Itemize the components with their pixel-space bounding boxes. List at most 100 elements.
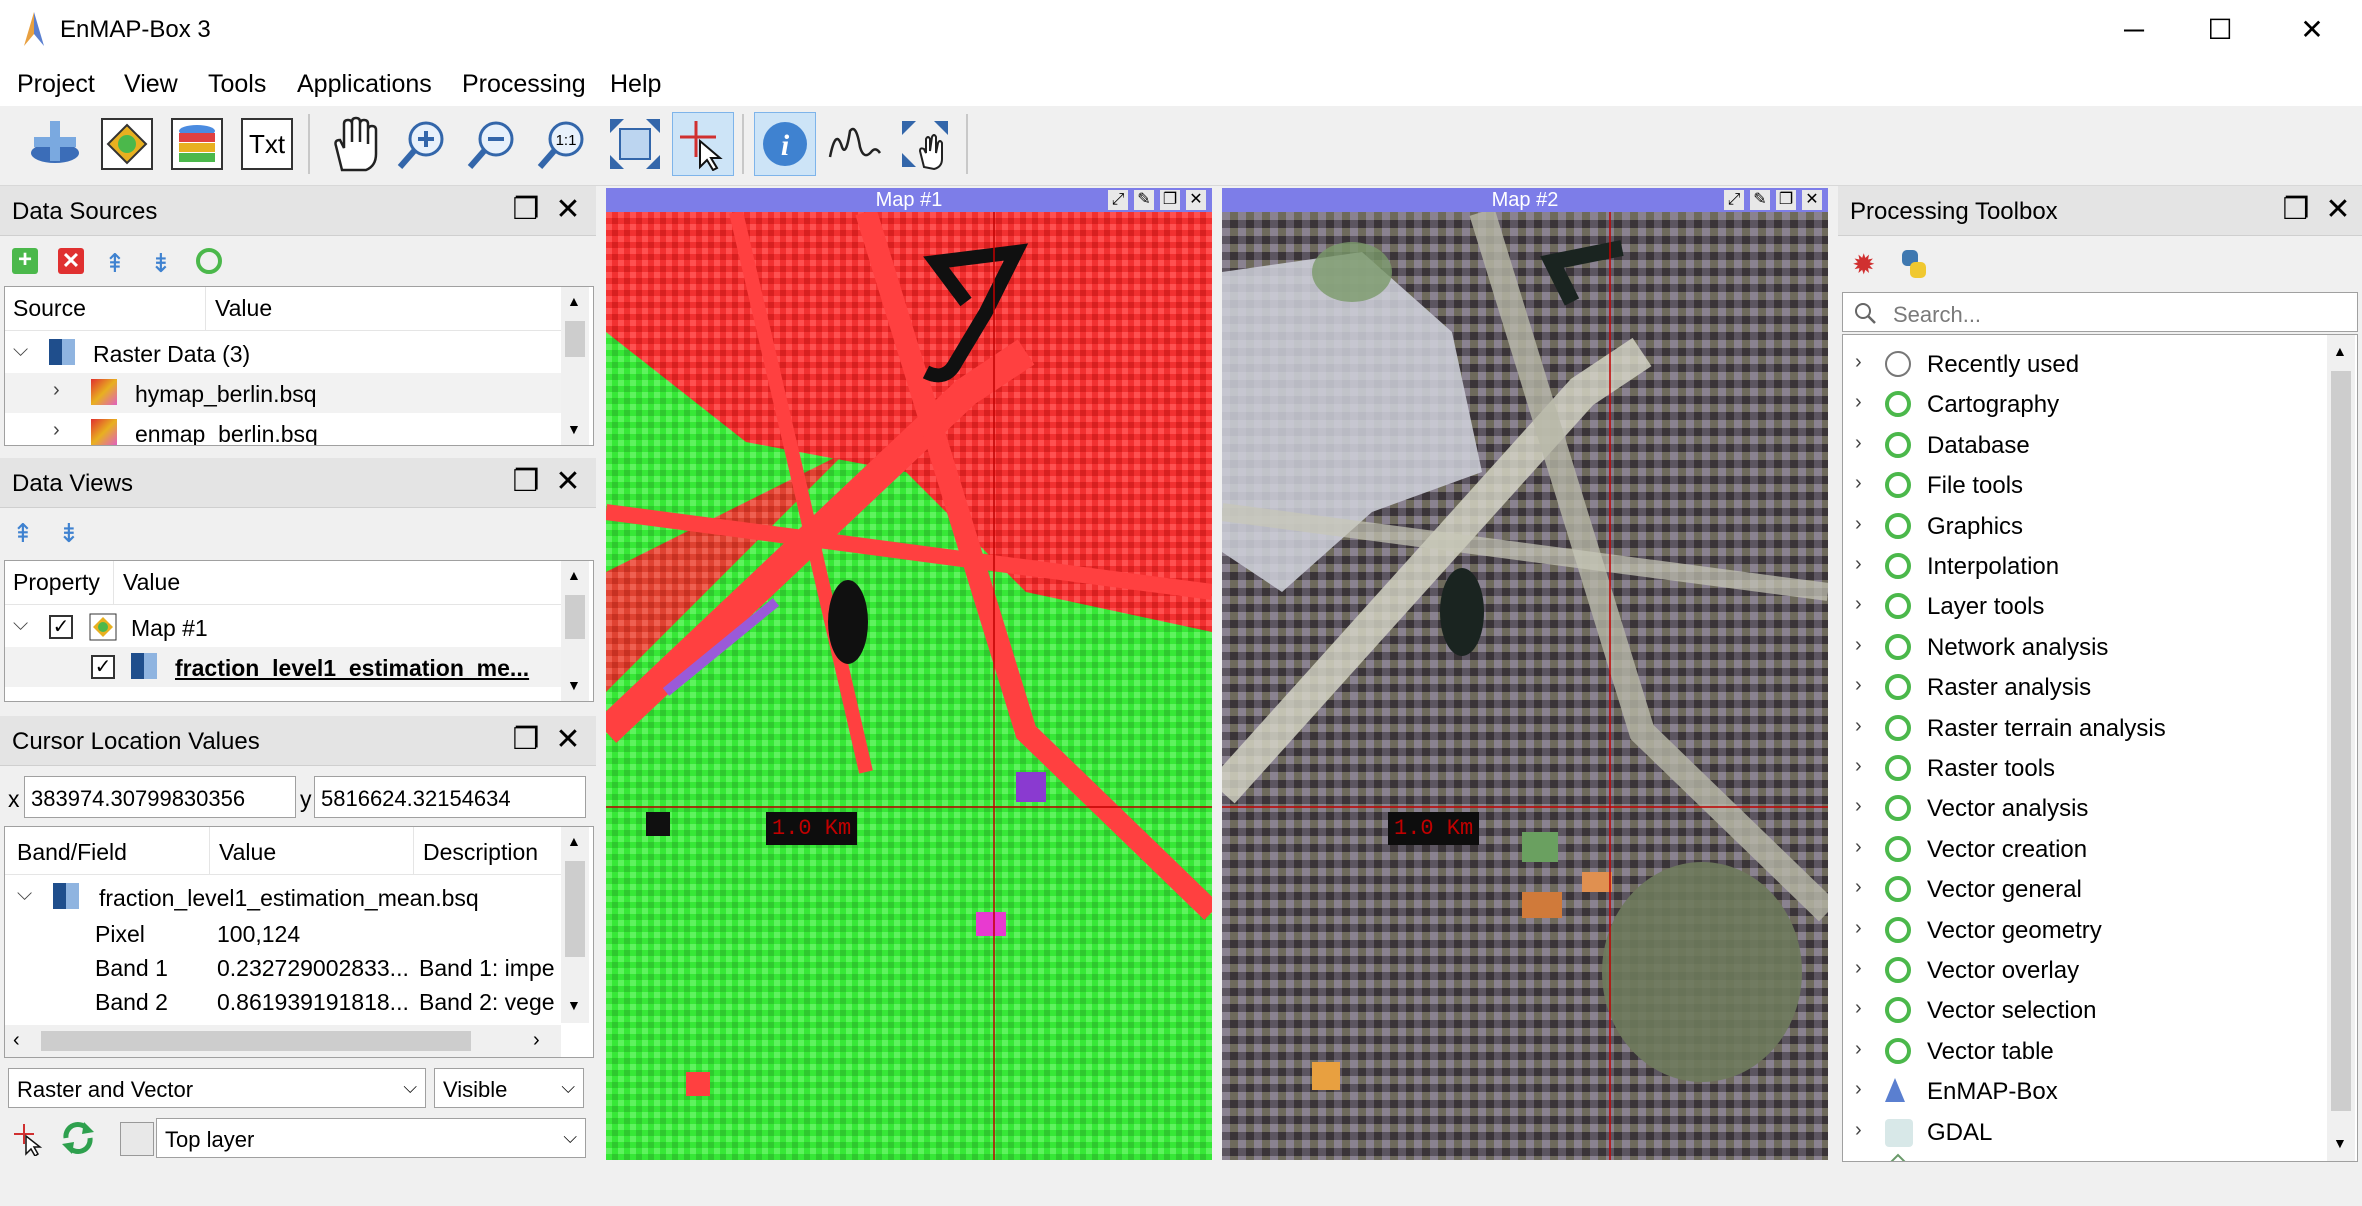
collapsed-arrow-icon[interactable]: › [1855, 351, 1862, 374]
collapsed-arrow-icon[interactable]: › [1855, 634, 1862, 657]
undock-icon[interactable]: ❐ [1776, 190, 1796, 210]
list-item[interactable]: › Vector overlay [1843, 951, 2327, 991]
search-input[interactable]: Search... [1842, 292, 2358, 332]
list-item[interactable]: › Cartography [1843, 385, 2327, 425]
map-visible-checkbox[interactable]: ✓ [49, 615, 73, 639]
column-header[interactable]: Source [13, 295, 86, 322]
open-map-view-button[interactable] [96, 112, 158, 176]
list-item[interactable]: › Layer tools [1843, 587, 2327, 627]
zoom-in-button[interactable] [390, 112, 452, 176]
select-cursor-location-button[interactable] [672, 112, 734, 176]
collapsed-arrow-icon[interactable]: › [1855, 674, 1862, 697]
list-item[interactable]: › EnMAP-Box [1843, 1072, 2327, 1112]
refresh-icon[interactable] [60, 1120, 96, 1156]
scroll-right-icon[interactable]: › [533, 1029, 540, 1052]
move-to-center-button[interactable] [894, 112, 956, 176]
remove-icon[interactable]: ✕ [58, 248, 84, 274]
column-header[interactable]: Description [423, 839, 538, 866]
close-window-button[interactable]: ✕ [2282, 10, 2342, 50]
collapsed-arrow-icon[interactable]: › [1855, 836, 1862, 859]
scroll-thumb[interactable] [565, 321, 585, 357]
layer-visibility-filter-select[interactable]: Visible ⌵ [434, 1068, 584, 1108]
tree-group-row[interactable]: ⌵ Raster Data (3) [5, 333, 561, 373]
zoom-native-resolution-button[interactable]: 1:1 [530, 112, 592, 176]
list-item[interactable]: › Vector general [1843, 870, 2327, 910]
layer-type-filter-select[interactable]: Raster and Vector ⌵ [8, 1068, 426, 1108]
list-item[interactable]: › GRASS [1843, 1153, 2327, 1161]
expand-arrow-icon[interactable]: ⌵ [17, 883, 32, 906]
list-item[interactable]: › GDAL [1843, 1113, 2327, 1153]
scroll-down-icon[interactable]: ▼ [567, 421, 581, 437]
scroll-thumb[interactable] [565, 595, 585, 639]
column-header[interactable]: Band/Field [17, 839, 127, 866]
pan-button[interactable] [322, 112, 384, 176]
expand-arrow-icon[interactable]: ⌵ [13, 613, 28, 636]
scroll-down-icon[interactable]: ▼ [567, 677, 581, 693]
collapsed-arrow-icon[interactable]: › [1855, 997, 1862, 1020]
x-coordinate-field[interactable]: 383974.30799830356 [24, 776, 296, 818]
map2-canvas[interactable]: 1.0 Km [1222, 212, 1828, 1160]
list-item[interactable]: › Vector selection [1843, 991, 2327, 1031]
list-item[interactable]: › Vector table [1843, 1032, 2327, 1072]
collapsed-arrow-icon[interactable]: › [1855, 1038, 1862, 1061]
collapsed-arrow-icon[interactable]: › [1855, 391, 1862, 414]
scroll-up-icon[interactable]: ▲ [567, 567, 581, 583]
open-text-view-button[interactable]: Txt [236, 112, 298, 176]
scroll-thumb[interactable] [41, 1031, 471, 1051]
minimize-button[interactable]: ─ [2104, 10, 2164, 50]
list-item[interactable]: › Vector geometry [1843, 911, 2327, 951]
collapse-all-icon[interactable]: ⇞ [12, 518, 34, 549]
maximize-button[interactable]: ☐ [2190, 10, 2250, 50]
options-gear-icon[interactable]: ✹ [1852, 248, 1875, 281]
menu-view[interactable]: View [124, 70, 178, 99]
close-panel-icon[interactable]: ✕ [552, 724, 584, 756]
list-item[interactable]: › Raster analysis [1843, 668, 2327, 708]
list-item[interactable]: › Recently used [1843, 345, 2327, 385]
open-spectral-library-button[interactable] [166, 112, 228, 176]
close-panel-icon[interactable]: ✕ [552, 466, 584, 498]
list-item[interactable]: › Raster terrain analysis [1843, 709, 2327, 749]
collapse-all-icon[interactable]: ⇞ [104, 248, 126, 279]
collapsed-arrow-icon[interactable]: › [1855, 1078, 1862, 1101]
map-rename-icon[interactable]: ✎ [1134, 190, 1154, 210]
layer-mode-select[interactable]: Top layer ⌵ [156, 1118, 586, 1158]
collapsed-arrow-icon[interactable]: › [1855, 876, 1862, 899]
python-icon[interactable] [1898, 248, 1930, 280]
list-item[interactable]: › Network analysis [1843, 628, 2327, 668]
identify-button[interactable]: i [754, 112, 816, 176]
layer-visible-checkbox[interactable]: ✓ [91, 655, 115, 679]
collapsed-arrow-icon[interactable]: › [1855, 553, 1862, 576]
y-coordinate-field[interactable]: 5816624.32154634 [314, 776, 586, 818]
collapsed-arrow-icon[interactable]: › [1855, 795, 1862, 818]
scroll-thumb[interactable] [2331, 371, 2351, 1111]
list-item[interactable]: › Vector analysis [1843, 789, 2327, 829]
vertical-scrollbar[interactable]: ▲ ▼ [2327, 335, 2355, 1161]
map-row[interactable]: ⌵ ✓ Map #1 [5, 607, 561, 647]
layer-row[interactable]: ⌵ fraction_level1_estimation_mean.bsq [5, 877, 561, 917]
map1-canvas[interactable]: 1.0 Km [606, 212, 1212, 1160]
menu-help[interactable]: Help [610, 70, 661, 99]
scroll-up-icon[interactable]: ▲ [567, 833, 581, 849]
collapsed-arrow-icon[interactable]: › [53, 379, 60, 402]
column-header[interactable]: Property [13, 569, 100, 596]
list-item[interactable]: › File tools [1843, 466, 2327, 506]
collapsed-arrow-icon[interactable]: › [1855, 755, 1862, 778]
scroll-thumb[interactable] [565, 861, 585, 957]
column-header[interactable]: Value [219, 839, 276, 866]
column-header[interactable]: Value [215, 295, 272, 322]
spectral-profile-button[interactable] [824, 112, 886, 176]
close-panel-icon[interactable]: ✕ [2322, 194, 2354, 226]
list-item[interactable]: › hymap_berlin.bsq [5, 373, 561, 413]
collapsed-arrow-icon[interactable]: › [1855, 1119, 1862, 1142]
list-item[interactable]: › Vector creation [1843, 830, 2327, 870]
collapsed-arrow-icon[interactable]: › [1855, 513, 1862, 536]
collapsed-arrow-icon[interactable]: › [1855, 957, 1862, 980]
list-item[interactable]: › enmap_berlin.bsq [5, 413, 561, 445]
map-edit-icon[interactable]: ⤢ [1724, 190, 1744, 210]
list-item[interactable]: › Interpolation [1843, 547, 2327, 587]
map-rename-icon[interactable]: ✎ [1750, 190, 1770, 210]
add-icon[interactable]: + [12, 248, 38, 274]
expand-all-icon[interactable]: ⇟ [58, 518, 80, 549]
collapsed-arrow-icon[interactable]: › [1855, 472, 1862, 495]
expand-all-icon[interactable]: ⇟ [150, 248, 172, 279]
